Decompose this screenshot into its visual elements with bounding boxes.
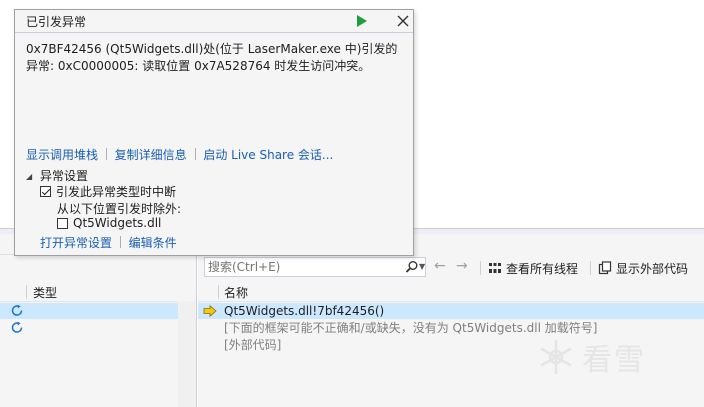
view-all-threads-button[interactable]: 查看所有线程 [488,259,578,277]
link-divider [194,148,196,160]
module-exception-checkbox[interactable] [57,217,68,229]
start-live-share-link[interactable]: 启动 Live Share 会话... [203,148,333,162]
search-icon[interactable] [405,260,419,274]
search-field[interactable]: ▼ [204,257,426,277]
call-stack-frame-current[interactable]: Qt5Widgets.dll!7bf42456() [198,303,704,319]
refresh-icon [11,321,23,333]
watermark: 看雪 [536,335,646,379]
copy-details-link[interactable]: 复制详细信息 [115,148,187,162]
popup-title: 已引发异常 [26,15,87,29]
column-divider[interactable] [26,285,27,299]
module-exception-option[interactable]: Qt5Widgets.dll [57,216,161,230]
exception-settings-label: 异常设置 [39,169,88,183]
settings-links: 打开异常设置 编辑条件 [40,234,177,251]
collapse-triangle-icon[interactable]: ◢ [26,172,32,181]
link-divider [105,148,107,160]
call-stack-frame[interactable]: [下面的框架可能不正确和/或缺失，没有为 Qt5Widgets.dll 加载符号… [198,320,704,336]
call-stack-header: 名称 [198,283,704,302]
close-icon[interactable] [395,13,411,29]
toolbar-divider [480,261,481,275]
threads-icon [489,263,501,273]
view-all-threads-label: 查看所有线程 [506,261,579,276]
external-code-icon [598,261,612,275]
play-icon[interactable] [354,13,370,29]
column-header-type[interactable]: 类型 [33,284,57,301]
call-stack-toolbar: ▼ ← → 查看所有线程 显示外部代码 [198,256,704,280]
current-frame-arrow-icon [203,305,217,317]
exception-message: 0x7BF42456 (Qt5Widgets.dll)处(位于 LaserMak… [26,42,398,73]
title-divider [15,32,413,33]
snowflake-logo-icon [540,340,572,374]
open-exception-settings-link[interactable]: 打开异常设置 [40,236,112,250]
frame-label: [外部代码] [224,338,282,352]
break-when-thrown-checkbox[interactable] [40,186,51,197]
break-when-thrown-option[interactable]: 引发此异常类型时中断 [40,183,176,200]
frame-label: Qt5Widgets.dll!7bf42456() [224,304,385,318]
break-when-thrown-label: 引发此异常类型时中断 [56,185,177,199]
back-arrow-icon[interactable]: ← [434,258,446,274]
search-input[interactable] [208,259,394,275]
column-divider[interactable] [218,285,219,299]
left-panel-header: 类型 [0,283,196,302]
frame-label: [下面的框架可能不正确和/或缺失，没有为 Qt5Widgets.dll 加载符号… [224,321,598,335]
search-options-chevron-icon[interactable]: ▼ [419,262,425,271]
edit-conditions-link[interactable]: 编辑条件 [129,236,177,250]
watermark-text: 看雪 [582,343,646,378]
column-header-name[interactable]: 名称 [224,284,248,301]
list-item[interactable] [0,320,178,336]
forward-arrow-icon[interactable]: → [456,258,468,274]
show-call-stack-link[interactable]: 显示调用堆栈 [26,148,98,162]
toolbar-divider [590,261,591,275]
link-divider [119,236,121,248]
module-exception-label: Qt5Widgets.dll [73,216,162,230]
except-when-thrown-from-label: 从以下位置引发时除外: [57,202,182,216]
action-links: 显示调用堆栈 复制详细信息 启动 Live Share 会话... [26,146,333,163]
show-external-code-button[interactable]: 显示外部代码 [598,259,688,277]
exception-settings-header[interactable]: ◢ 异常设置 [26,167,88,184]
left-panel-scrollbar[interactable] [178,301,196,407]
show-external-code-label: 显示外部代码 [616,261,689,276]
refresh-icon [11,304,23,316]
list-item[interactable] [0,303,178,319]
exception-popup: 已引发异常 0x7BF42456 (Qt5Widgets.dll)处(位于 La… [14,9,414,256]
